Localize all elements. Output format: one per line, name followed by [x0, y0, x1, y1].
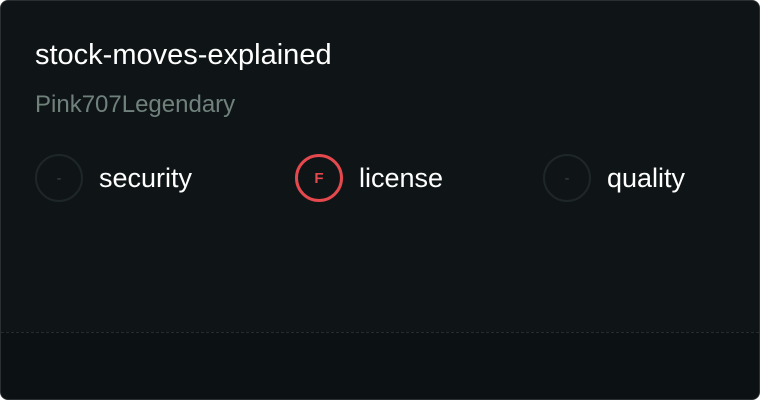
- license-label: license: [359, 163, 444, 193]
- metric-quality: - quality: [543, 154, 685, 202]
- license-grade-badge: F: [295, 154, 343, 202]
- metric-license: F license: [295, 154, 443, 202]
- security-grade-badge: -: [35, 154, 83, 202]
- card-footer: [1, 332, 759, 399]
- quality-label: quality: [607, 163, 686, 193]
- metric-security: - security: [35, 154, 192, 202]
- repo-owner: Pink707Legendary: [35, 91, 236, 118]
- repo-name: stock-moves-explained: [35, 39, 332, 71]
- security-label: security: [99, 163, 193, 193]
- repo-card: stock-moves-explained Pink707Legendary -…: [0, 0, 760, 400]
- quality-grade-badge: -: [543, 154, 591, 202]
